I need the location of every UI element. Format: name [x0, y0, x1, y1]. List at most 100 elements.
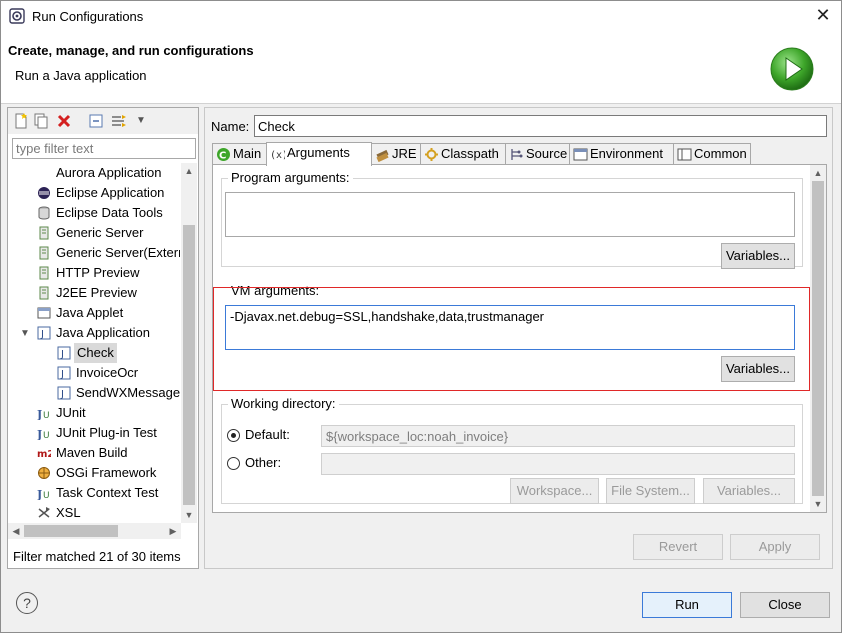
main-tab-icon: C	[217, 148, 230, 162]
name-label: Name:	[211, 119, 250, 134]
svg-text:J: J	[60, 369, 64, 380]
default-directory-field: ${workspace_loc:noah_invoice}	[321, 425, 795, 447]
svg-text:U: U	[43, 431, 50, 440]
program-variables-button[interactable]: Variables...	[721, 243, 795, 269]
osgi-icon	[38, 467, 50, 479]
program-arguments-label: Program arguments:	[228, 170, 353, 185]
svg-text:J: J	[37, 488, 42, 500]
svg-text:m2: m2	[37, 449, 51, 460]
tab-environment[interactable]: Environment	[569, 143, 674, 165]
svg-text:J: J	[37, 428, 42, 440]
close-icon[interactable]: ✕	[813, 5, 833, 25]
tab-main[interactable]: C Main	[212, 143, 267, 165]
new-configuration-icon[interactable]	[13, 113, 29, 129]
applet-icon	[37, 307, 51, 319]
scroll-down-icon[interactable]: ▼	[810, 496, 826, 512]
scroll-thumb[interactable]	[812, 181, 824, 496]
svg-text:U: U	[43, 411, 50, 420]
configuration-tree: Aurora Application Eclipse Application E…	[20, 165, 180, 520]
svg-text:(x)=: (x)=	[270, 150, 285, 161]
tab-classpath[interactable]: Classpath	[420, 143, 506, 165]
scroll-thumb[interactable]	[183, 225, 195, 505]
scroll-down-icon[interactable]: ▼	[181, 507, 197, 523]
filter-status: Filter matched 21 of 30 items	[13, 549, 181, 564]
tab-vertical-scrollbar[interactable]: ▲ ▼	[810, 165, 826, 512]
name-input[interactable]: Check	[254, 115, 827, 137]
chevron-down-icon[interactable]: ▼	[20, 328, 30, 339]
tree-horizontal-scrollbar[interactable]: ◀ ▶	[8, 523, 181, 539]
server-icon	[39, 246, 49, 260]
svg-text:J: J	[60, 349, 64, 360]
scroll-up-icon[interactable]: ▲	[181, 163, 197, 179]
tab-common[interactable]: Common	[673, 143, 751, 165]
source-icon	[511, 149, 523, 160]
working-directory-label: Working directory:	[228, 396, 339, 411]
java-app-icon: J	[57, 346, 71, 360]
header-banner: Create, manage, and run configurations R…	[1, 32, 841, 104]
svg-text:J: J	[40, 329, 44, 340]
scroll-left-icon[interactable]: ◀	[8, 523, 24, 539]
java-app-icon: J	[57, 366, 71, 380]
close-button[interactable]: Close	[740, 592, 830, 618]
default-label: Default:	[245, 427, 290, 442]
workspace-button[interactable]: Workspace...	[510, 478, 599, 504]
environment-icon	[573, 148, 588, 161]
classpath-icon	[425, 148, 438, 161]
tree-toolbar: ▼	[8, 108, 198, 134]
other-label: Other:	[245, 455, 282, 470]
configuration-editor: Name: Check C Main (x)= Arguments JRE Cl…	[204, 107, 833, 569]
xsl-icon	[38, 507, 50, 518]
java-app-icon: J	[57, 386, 71, 400]
filter-input[interactable]: type filter text	[12, 138, 196, 159]
duplicate-icon[interactable]	[33, 113, 49, 129]
common-icon	[677, 148, 692, 161]
tab-source[interactable]: Source	[505, 143, 570, 165]
task-context-icon: JU	[37, 488, 50, 500]
other-radio[interactable]	[227, 457, 240, 470]
server-icon	[39, 286, 49, 300]
eclipse-app-icon	[9, 8, 25, 24]
highlight-box	[213, 287, 810, 391]
help-icon[interactable]: ?	[16, 592, 38, 614]
eclipse-icon	[38, 187, 50, 199]
title-bar: Run Configurations ✕	[1, 1, 841, 32]
scroll-up-icon[interactable]: ▲	[810, 165, 826, 181]
svg-text:J: J	[60, 389, 64, 400]
window-title: Run Configurations	[32, 9, 144, 24]
junit-plugin-icon: JU	[37, 428, 50, 440]
file-system-button[interactable]: File System...	[606, 478, 695, 504]
other-directory-field[interactable]	[321, 453, 795, 475]
run-button[interactable]: Run	[642, 592, 732, 618]
program-arguments-textarea[interactable]	[225, 192, 795, 237]
junit-icon: JU	[37, 408, 50, 420]
jre-library-icon	[376, 149, 389, 162]
run-configurations-dialog: Run Configurations ✕ Create, manage, and…	[0, 0, 842, 633]
scroll-right-icon[interactable]: ▶	[165, 523, 181, 539]
apply-button[interactable]: Apply	[730, 534, 820, 560]
tab-jre[interactable]: JRE	[371, 143, 421, 165]
maven-icon: m2	[37, 449, 51, 460]
program-arguments-group: Program arguments: Variables...	[221, 170, 803, 269]
aurora-icon	[37, 166, 51, 180]
default-radio[interactable]	[227, 429, 240, 442]
view-menu-chevron-down-icon[interactable]: ▼	[136, 115, 146, 126]
server-icon	[39, 266, 49, 280]
revert-button[interactable]: Revert	[633, 534, 723, 560]
tab-arguments[interactable]: (x)= Arguments	[266, 142, 372, 166]
arguments-tab-icon: (x)=	[270, 150, 285, 161]
directory-variables-button[interactable]: Variables...	[703, 478, 795, 504]
server-icon	[39, 226, 49, 240]
svg-text:C: C	[219, 151, 226, 162]
java-app-icon: J	[37, 326, 51, 340]
banner-subheading: Run a Java application	[15, 68, 147, 83]
banner-heading: Create, manage, and run configurations	[8, 43, 254, 58]
tree-vertical-scrollbar[interactable]: ▲ ▼	[181, 163, 197, 523]
delete-icon[interactable]	[56, 113, 72, 129]
database-icon	[38, 206, 50, 220]
scroll-thumb[interactable]	[24, 525, 118, 537]
run-launch-icon	[770, 47, 814, 91]
collapse-all-icon[interactable]	[88, 113, 104, 129]
filter-icon[interactable]	[111, 113, 127, 129]
configuration-tree-panel: ▼ type filter text Aurora Application Ec…	[7, 107, 199, 569]
working-directory-group: Working directory: Default: ${workspace_…	[221, 396, 803, 504]
